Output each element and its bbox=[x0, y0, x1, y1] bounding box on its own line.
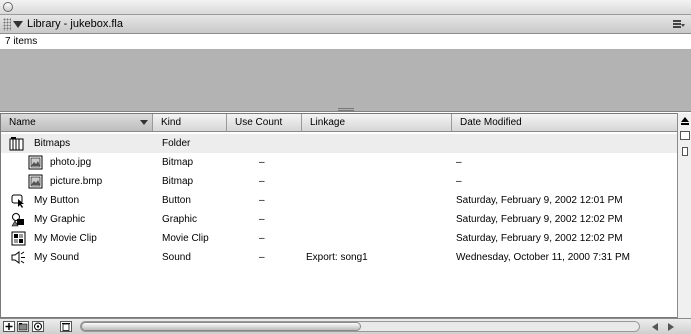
graphic-symbol-icon bbox=[11, 213, 24, 227]
delete-button[interactable] bbox=[60, 321, 72, 332]
panel-title: Library - jukebox.fla bbox=[27, 18, 123, 30]
item-name: My Sound bbox=[34, 252, 80, 263]
item-name: My Graphic bbox=[34, 214, 86, 225]
item-use-count: – bbox=[259, 176, 265, 187]
sort-descending-icon bbox=[140, 120, 148, 125]
bottom-toolbar bbox=[0, 318, 691, 334]
scroll-left-arrow-icon[interactable] bbox=[652, 323, 658, 331]
item-date-modified: – bbox=[456, 176, 462, 187]
list-item[interactable]: My Button Button – Saturday, February 9,… bbox=[1, 191, 677, 210]
sort-order-icon[interactable] bbox=[680, 116, 690, 126]
column-header-kind[interactable]: Kind bbox=[153, 114, 227, 131]
window-collapse-button[interactable] bbox=[3, 2, 13, 12]
horizontal-scrollbar[interactable] bbox=[80, 321, 640, 332]
item-use-count: – bbox=[259, 157, 265, 168]
column-header-row: Name Kind Use Count Linkage Date Modifie… bbox=[1, 114, 677, 132]
item-date-modified: Wednesday, October 11, 2000 7:31 PM bbox=[456, 252, 630, 263]
item-name: picture.bmp bbox=[50, 176, 103, 187]
item-count: 7 items bbox=[5, 36, 38, 47]
column-header-use-count[interactable]: Use Count bbox=[227, 114, 302, 131]
column-header-use-count-label: Use Count bbox=[235, 117, 283, 128]
panel-grip-icon[interactable] bbox=[3, 18, 11, 31]
item-name: Bitmaps bbox=[34, 138, 71, 149]
list-item[interactable]: picture.bmp Bitmap – – bbox=[1, 172, 677, 191]
narrow-state-button[interactable] bbox=[682, 147, 688, 156]
scroll-right-arrow-icon[interactable] bbox=[668, 323, 674, 331]
panel-collapse-triangle-icon[interactable] bbox=[13, 21, 23, 28]
item-kind: Sound bbox=[162, 252, 191, 263]
item-kind: Bitmap bbox=[162, 157, 194, 168]
preview-pane bbox=[0, 50, 691, 112]
item-kind: Bitmap bbox=[162, 176, 194, 187]
library-panel-header[interactable]: Library - jukebox.fla bbox=[0, 15, 691, 34]
pane-resize-handle[interactable] bbox=[338, 108, 354, 111]
bitmap-icon bbox=[28, 155, 43, 170]
column-header-linkage[interactable]: Linkage bbox=[302, 114, 452, 131]
new-folder-button[interactable] bbox=[17, 321, 29, 332]
item-use-count: – bbox=[259, 252, 265, 263]
library-list: Name Kind Use Count Linkage Date Modifie… bbox=[0, 113, 677, 318]
right-button-column bbox=[677, 113, 691, 318]
trash-icon bbox=[62, 323, 70, 331]
list-item[interactable]: photo.jpg Bitmap – – bbox=[1, 153, 677, 172]
horizontal-scroll-thumb[interactable] bbox=[81, 322, 361, 331]
column-header-date-modified[interactable]: Date Modified bbox=[452, 114, 677, 131]
item-date-modified: Saturday, February 9, 2002 12:01 PM bbox=[456, 195, 623, 206]
item-kind: Button bbox=[162, 195, 191, 206]
movie-clip-icon bbox=[11, 231, 26, 246]
item-kind: Graphic bbox=[162, 214, 198, 225]
item-count-bar: 7 items bbox=[0, 35, 691, 50]
item-date-modified: Saturday, February 9, 2002 12:02 PM bbox=[456, 233, 623, 244]
item-use-count: – bbox=[259, 214, 265, 225]
new-folder-icon bbox=[18, 323, 28, 331]
item-linkage: Export: song1 bbox=[306, 252, 368, 263]
list-item[interactable]: My Sound Sound – Export: song1 Wednesday… bbox=[1, 248, 677, 267]
plus-icon bbox=[5, 323, 13, 330]
list-item[interactable]: My Graphic Graphic – Saturday, February … bbox=[1, 210, 677, 229]
sound-icon bbox=[11, 251, 25, 264]
column-header-linkage-label: Linkage bbox=[310, 117, 346, 128]
wide-state-button[interactable] bbox=[680, 131, 690, 140]
item-date-modified: Saturday, February 9, 2002 12:02 PM bbox=[456, 214, 623, 225]
item-name: My Movie Clip bbox=[34, 233, 97, 244]
column-header-name-label: Name bbox=[9, 117, 36, 128]
new-symbol-button[interactable] bbox=[3, 321, 15, 332]
column-header-kind-label: Kind bbox=[161, 117, 182, 128]
properties-icon bbox=[34, 322, 42, 331]
list-item[interactable]: Bitmaps Folder bbox=[1, 134, 677, 153]
item-date-modified: – bbox=[456, 157, 462, 168]
column-header-date-modified-label: Date Modified bbox=[460, 117, 522, 128]
item-name: photo.jpg bbox=[50, 157, 92, 168]
bitmap-icon bbox=[28, 174, 43, 189]
item-kind: Folder bbox=[162, 138, 191, 149]
window-title-strip bbox=[0, 0, 691, 15]
item-kind: Movie Clip bbox=[162, 233, 209, 244]
item-name: My Button bbox=[34, 195, 80, 206]
button-symbol-icon bbox=[11, 194, 24, 208]
properties-button[interactable] bbox=[32, 321, 44, 332]
item-use-count: – bbox=[259, 195, 265, 206]
item-use-count: – bbox=[259, 233, 265, 244]
list-item[interactable]: My Movie Clip Movie Clip – Saturday, Feb… bbox=[1, 229, 677, 248]
folder-icon bbox=[9, 137, 24, 151]
options-menu-icon[interactable] bbox=[673, 19, 685, 29]
column-header-name[interactable]: Name bbox=[1, 114, 153, 131]
